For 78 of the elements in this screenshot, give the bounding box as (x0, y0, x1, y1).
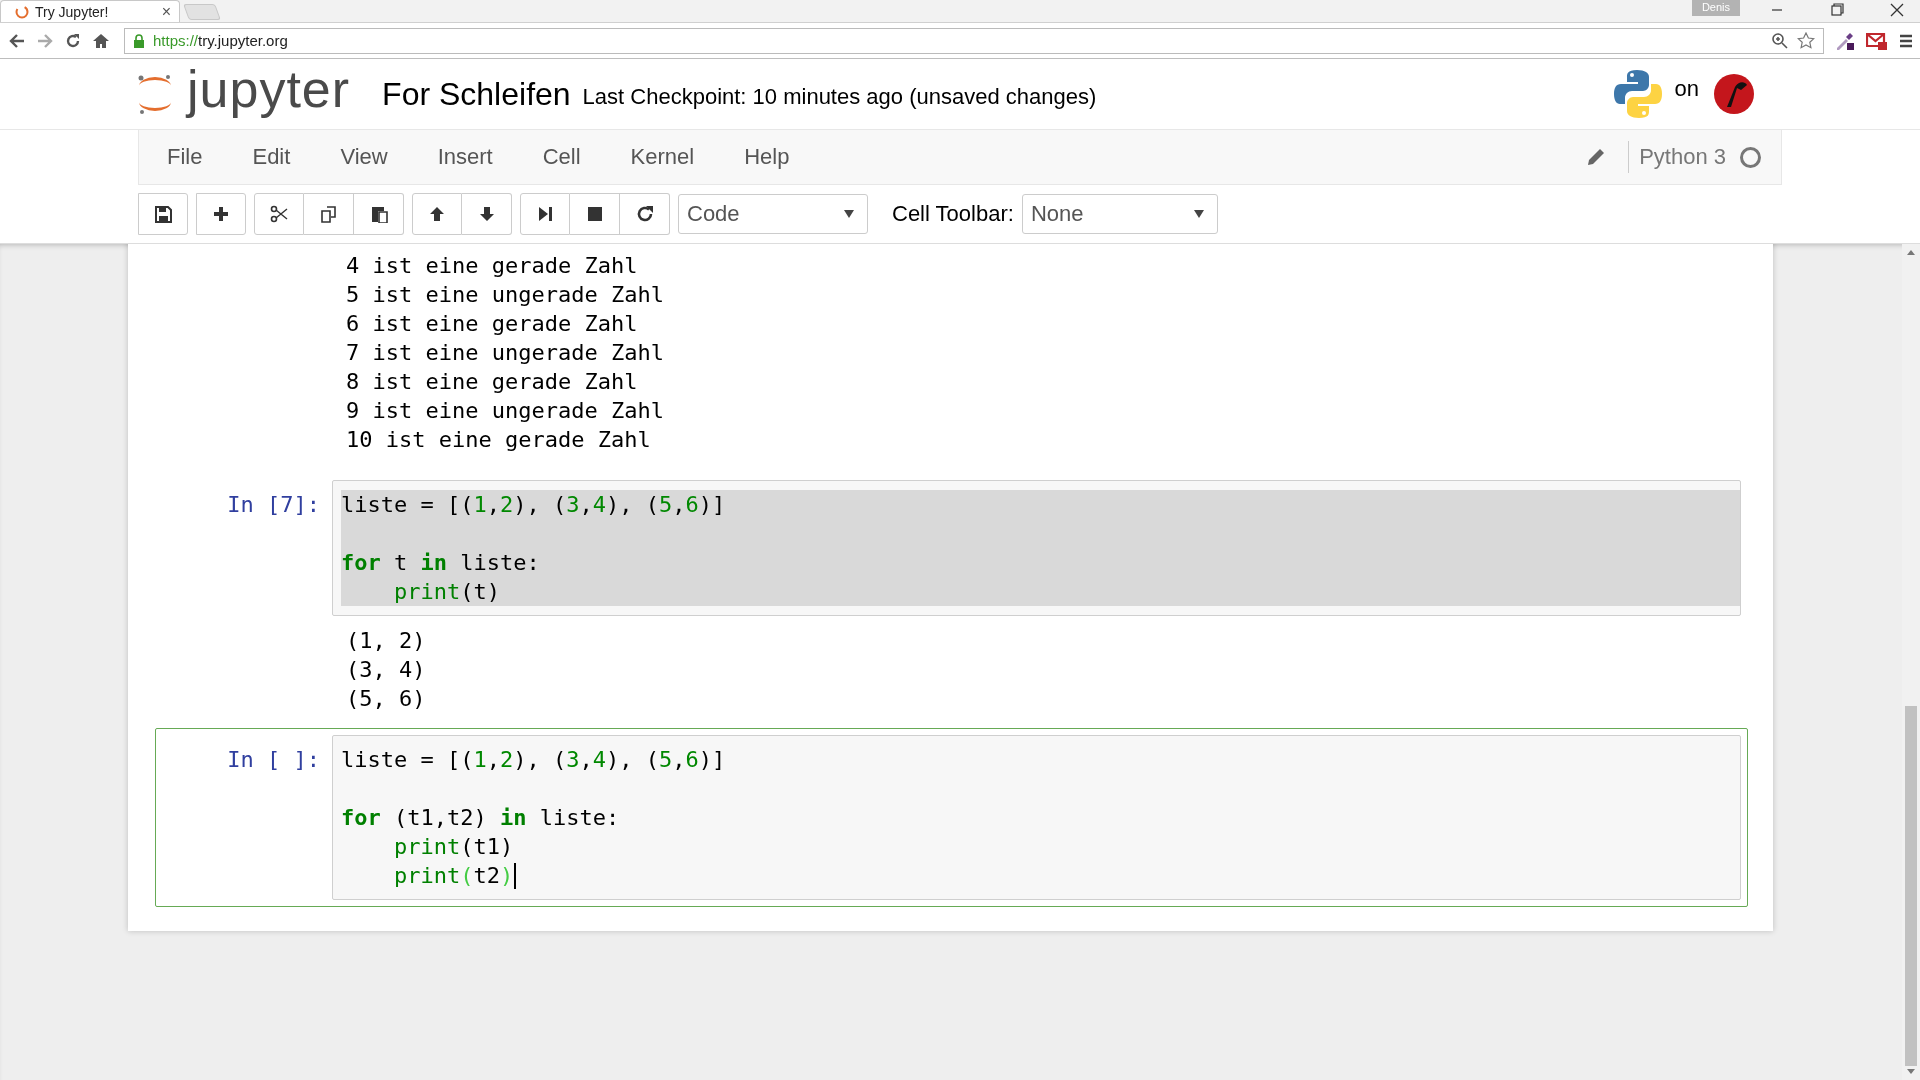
stop-button[interactable] (570, 193, 620, 235)
hosting-logo-icon (1713, 73, 1755, 115)
run-button[interactable] (520, 193, 570, 235)
menu-item[interactable]: Insert (437, 144, 493, 170)
dropdown-caret-icon (1192, 209, 1205, 219)
code-line: print(t2) (392, 862, 514, 890)
save-icon (154, 205, 172, 223)
run-icon (536, 205, 554, 223)
add-cell-button[interactable] (196, 193, 246, 235)
code-line: liste = [(1,2), (3,4), (5,6)] (341, 746, 726, 774)
menu-item[interactable]: View (340, 144, 388, 170)
hosted-on-text: on (1674, 76, 1699, 102)
checkpoint-status: Last Checkpoint: 10 minutes ago (unsaved changes) (582, 84, 1097, 110)
restart-button[interactable] (620, 193, 670, 235)
tab-title: Try Jupyter! (35, 3, 110, 20)
home-icon[interactable] (92, 31, 110, 50)
back-icon[interactable] (8, 31, 26, 50)
move-up-icon (428, 205, 446, 223)
code-line: for t in liste: (341, 549, 540, 577)
code-editor[interactable]: liste = [(1,2), (3,4), (5,6)] for t in liste: print(t) (332, 480, 1741, 616)
output-line: 5 ist eine ungerade Zahl (346, 281, 664, 309)
star-icon[interactable] (1797, 31, 1815, 50)
notebook-name[interactable]: For Schleifen (382, 75, 571, 113)
restart-icon (635, 205, 654, 223)
dropdown-caret-icon (843, 209, 855, 219)
scroll-up-icon[interactable] (1906, 248, 1916, 256)
eyedropper-icon[interactable] (1834, 30, 1856, 51)
output-line: 7 ist eine ungerade Zahl (346, 339, 664, 367)
menu-item[interactable]: Kernel (630, 144, 695, 170)
code-line: liste = [(1,2), (3,4), (5,6)] (341, 491, 726, 519)
input-prompt: In [ ]: (226, 746, 321, 774)
input-prompt: In [7]: (226, 491, 321, 519)
scrollbar-thumb[interactable] (1905, 706, 1917, 1066)
code-line: print(t) (392, 578, 500, 606)
menu-item[interactable]: Help (744, 144, 790, 170)
code-line: print(t1) (392, 833, 514, 861)
close-tab-button[interactable]: × (161, 2, 171, 21)
add-cell-icon (212, 205, 230, 223)
cell-toolbar-label: Cell Toolbar: (892, 201, 1014, 227)
scrollbar[interactable] (1902, 244, 1920, 1080)
move-up-button[interactable] (412, 193, 462, 235)
code-line: for (t1,t2) in liste: (341, 804, 620, 832)
stop-icon (585, 205, 604, 223)
address-field[interactable]: https://try.jupyter.org (124, 27, 1824, 54)
save-button[interactable] (138, 193, 188, 235)
zoom-icon[interactable] (1771, 31, 1789, 50)
mail-icon[interactable] (1866, 30, 1888, 51)
menu-icon[interactable] (1898, 32, 1914, 49)
output-line: 6 ist eine gerade Zahl (346, 310, 638, 338)
paste-button[interactable] (354, 193, 404, 235)
python-logo-icon (1612, 68, 1663, 120)
output-line: 8 ist eine gerade Zahl (346, 368, 638, 396)
cell-type-dropdown[interactable]: Code (678, 194, 868, 234)
paste-icon (369, 205, 388, 223)
browser-tab[interactable]: Try Jupyter! × (0, 0, 180, 22)
scroll-down-icon[interactable] (1906, 1068, 1916, 1076)
cut-button[interactable] (254, 193, 304, 235)
kernel-name[interactable]: Python 3 (1639, 144, 1726, 170)
lock-icon (133, 33, 145, 48)
code-editor[interactable]: liste = [(1,2), (3,4), (5,6)] for (t1,t2) in liste: print(t1) print(t2) (332, 735, 1741, 900)
menu-item[interactable]: File (167, 144, 203, 170)
cut-icon (270, 205, 288, 223)
output-line: (3, 4) (346, 656, 426, 684)
url-text: https://try.jupyter.org (153, 32, 288, 49)
menu-item[interactable]: Cell (542, 144, 581, 170)
menu-item[interactable]: Edit (252, 144, 291, 170)
spinner-icon (15, 4, 29, 19)
reload-icon[interactable] (64, 31, 82, 50)
pencil-icon[interactable] (1586, 147, 1607, 167)
output-line: (5, 6) (346, 685, 426, 713)
output-line: 4 ist eine gerade Zahl (346, 252, 638, 280)
output-line: (1, 2) (346, 627, 426, 655)
move-down-button[interactable] (462, 193, 512, 235)
output-line: 10 ist eine gerade Zahl (346, 426, 651, 454)
copy-button[interactable] (304, 193, 354, 235)
output-line: 9 ist eine ungerade Zahl (346, 397, 664, 425)
cell-toolbar-dropdown[interactable]: None (1021, 194, 1218, 234)
copy-icon (319, 205, 338, 223)
